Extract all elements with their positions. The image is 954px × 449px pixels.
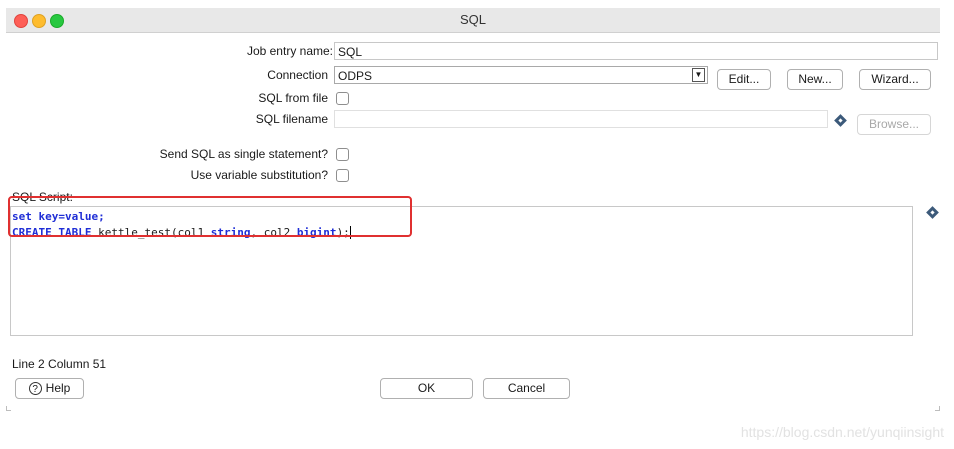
variable-diamond-icon[interactable] [834,114,847,127]
use-variable-substitution-label: Use variable substitution? [190,168,328,182]
send-single-statement-checkbox[interactable] [336,148,349,161]
watermark: https://blog.csdn.net/yunqiinsight [740,424,944,440]
sql-filename-label: SQL filename [255,112,328,126]
sql-from-file-label: SQL from file [258,91,328,105]
help-button-label: Help [45,381,71,395]
help-button[interactable]: ? Help [15,378,84,399]
send-single-statement-label: Send SQL as single statement? [159,147,328,161]
sql-from-file-checkbox[interactable] [336,92,349,105]
cursor-position-status: Line 2 Column 51 [12,357,107,371]
highlight-annotation-box [8,196,412,237]
ok-button[interactable]: OK [380,378,473,399]
use-variable-substitution-checkbox[interactable] [336,169,349,182]
resize-corner-right[interactable] [935,406,940,411]
job-entry-name-label: Job entry name: [246,44,333,58]
connection-value: ODPS [338,69,373,83]
script-variable-diamond-icon[interactable] [926,206,939,219]
dropdown-arrow-icon[interactable]: ▼ [692,68,705,82]
browse-button[interactable]: Browse... [857,114,931,135]
edit-connection-button[interactable]: Edit... [717,69,771,90]
job-entry-name-input[interactable]: SQL [334,42,938,60]
sql-filename-input[interactable] [334,110,828,128]
connection-label: Connection [267,68,328,82]
cancel-button[interactable]: Cancel [483,378,570,399]
wizard-button[interactable]: Wizard... [859,69,931,90]
help-icon: ? [28,382,42,396]
connection-select[interactable]: ODPS ▼ [334,66,708,84]
window-title: SQL [459,12,486,27]
title-bar: SQL [6,8,940,33]
new-connection-button[interactable]: New... [787,69,843,90]
resize-corner-left [6,406,11,411]
